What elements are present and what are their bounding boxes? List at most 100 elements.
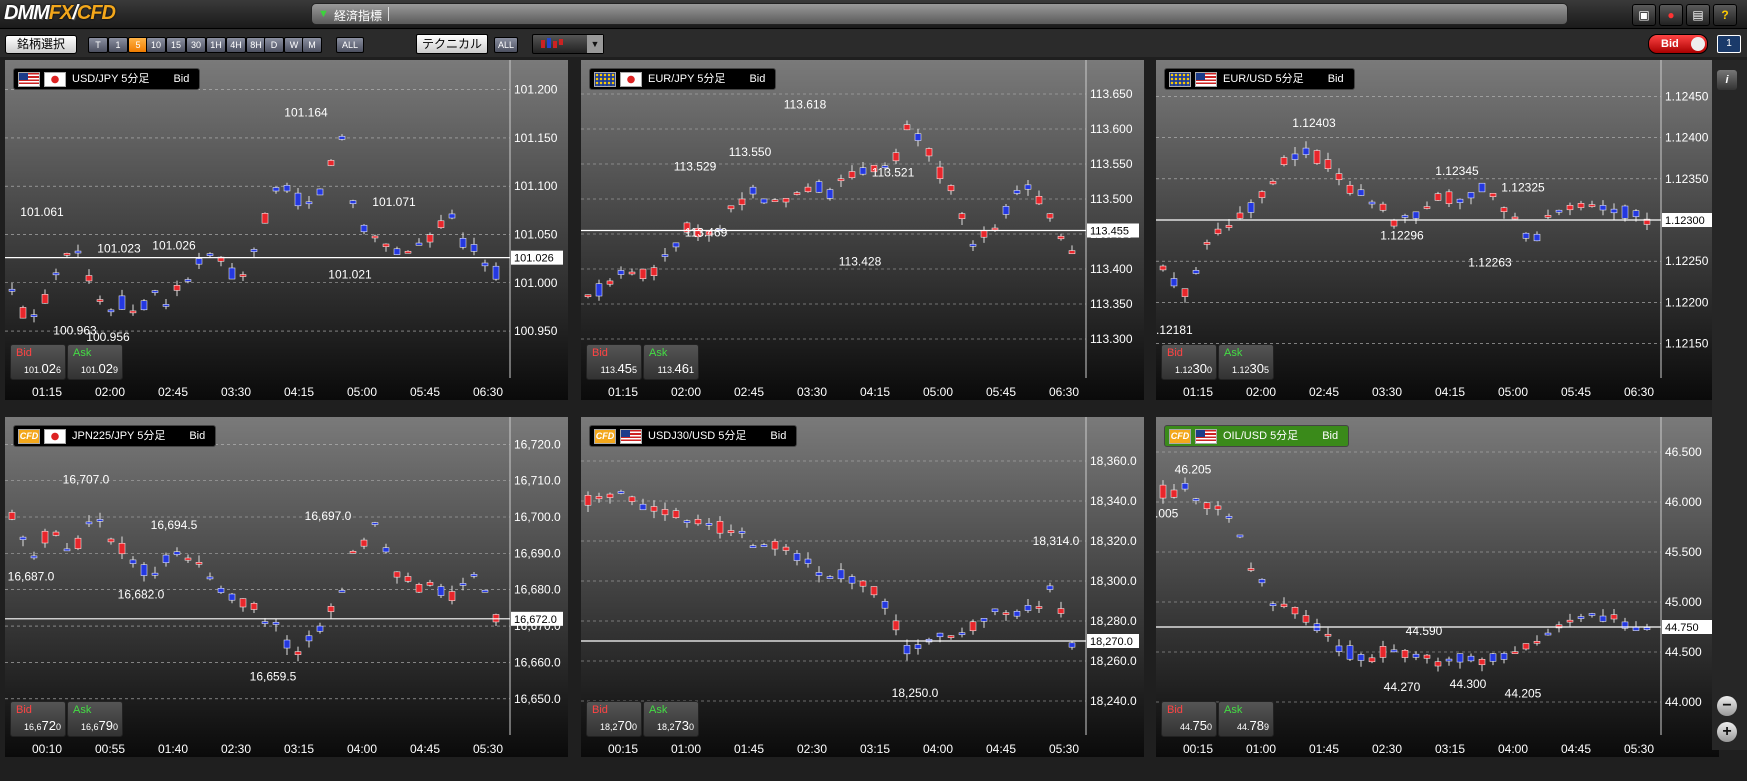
ask-price-box[interactable]: Ask 101.029: [67, 344, 123, 380]
candle: [903, 124, 911, 131]
candle: [294, 651, 302, 655]
bid-value: 101.026: [23, 361, 61, 376]
candle: [184, 279, 192, 282]
chart-panel[interactable]: 16,720.0 16,710.0 16,700.0 16,690.0 16,680.0…: [5, 417, 568, 757]
candle: [1511, 651, 1519, 654]
x-axis-tick: 04:45: [1561, 742, 1591, 756]
candle: [1181, 288, 1189, 297]
high-low-annotation: 1.12403: [1292, 116, 1336, 130]
candle: [173, 551, 181, 555]
x-axis-tick: 04:15: [284, 385, 314, 399]
color-palette-icon[interactable]: ●: [1659, 4, 1683, 26]
y-axis-tick: 16,690.0: [514, 546, 561, 560]
candle: [1390, 649, 1398, 653]
x-axis-tick: 02:45: [158, 385, 188, 399]
candle: [1346, 184, 1354, 194]
candle: [107, 538, 115, 543]
symbol-label[interactable]: CFD OIL/USD 5分足 Bid: [1164, 425, 1350, 447]
candle: [1247, 568, 1255, 571]
candle: [85, 275, 93, 282]
technical-all-button[interactable]: ALL: [494, 37, 518, 53]
chart-panel[interactable]: 113.650113.600113.550113.500113.450113.4…: [581, 60, 1144, 400]
candle: [1632, 210, 1640, 217]
y-axis-tick: 18,260.0: [1090, 654, 1137, 668]
symbol-label[interactable]: CFD USDJ30/USD 5分足 Bid: [589, 425, 798, 447]
help-icon[interactable]: ?: [1713, 4, 1737, 26]
high-low-annotation: 113.529: [674, 160, 717, 174]
zoom-in-icon[interactable]: +: [1717, 722, 1737, 742]
candle: [1368, 657, 1376, 663]
info-icon[interactable]: i: [1717, 70, 1737, 90]
timeframe-10-button[interactable]: 10: [146, 37, 166, 53]
ask-price-box[interactable]: Ask 44.789: [1218, 701, 1274, 737]
chart-panel[interactable]: 46.500 46.000 45.500 45.000 44.500 44.000 00:1…: [1156, 417, 1719, 757]
symbol-label[interactable]: EUR/JPY 5分足 Bid: [589, 68, 777, 90]
bid-price-box[interactable]: Bid 18,2700: [586, 701, 642, 737]
bid-price-box[interactable]: Bid 1.12300: [1161, 344, 1217, 380]
timeframe-t-button[interactable]: T: [88, 37, 108, 53]
timeframe-15-button[interactable]: 15: [166, 37, 186, 53]
chart-type-dropdown[interactable]: ▼: [532, 34, 604, 54]
timeframe-1-button[interactable]: 1: [108, 37, 128, 53]
candle: [140, 300, 148, 311]
candle: [294, 192, 302, 207]
y-axis-tick: 100.950: [514, 324, 558, 338]
symbol-label[interactable]: USD/JPY 5分足 Bid: [13, 68, 201, 90]
candle: [1002, 206, 1010, 215]
candle: [771, 199, 779, 202]
symbol-name: JPN225/JPY 5分足: [72, 430, 166, 442]
ask-price-box[interactable]: Ask 18,2730: [643, 701, 699, 737]
bid-price-box[interactable]: Bid 101.026: [10, 344, 66, 380]
bid-price-box[interactable]: Bid 16,6720: [10, 701, 66, 737]
timeframe-w-button[interactable]: W: [284, 37, 304, 53]
timeframe-4h-button[interactable]: 4H: [226, 37, 246, 53]
chart-panel[interactable]: 1.12450 1.12400 1.12350 1.12300 1.12250 1.122…: [1156, 60, 1719, 400]
timeframe-30-button[interactable]: 30: [186, 37, 206, 53]
symbol-name: USD/JPY 5分足: [72, 73, 150, 85]
candle: [74, 537, 82, 549]
printer-icon[interactable]: ▤: [1686, 4, 1710, 26]
symbol-label[interactable]: EUR/USD 5分足 Bid: [1164, 68, 1355, 90]
candle: [41, 294, 49, 304]
candle: [1324, 159, 1332, 169]
candle: [914, 644, 922, 649]
chart-panel[interactable]: 101.200 101.150 101.100 101.050 101.000 100.9…: [5, 60, 568, 400]
candle: [492, 265, 500, 280]
ask-value: 1.12305: [1231, 361, 1269, 376]
candle: [969, 621, 977, 632]
candle: [760, 544, 768, 547]
symbol-select-button[interactable]: 銘柄選択: [5, 35, 77, 54]
economic-indicators-bar[interactable]: ▼ 経済指標: [311, 3, 1568, 25]
candle: [1467, 655, 1475, 662]
bid-label: Bid: [16, 347, 32, 359]
ask-price-box[interactable]: Ask 1.12305: [1218, 344, 1274, 380]
bid-price-box[interactable]: Bid 113.455: [586, 344, 642, 380]
price-side-label: Bid: [189, 430, 206, 442]
camera-icon[interactable]: ▣: [1632, 4, 1656, 26]
ask-price-box[interactable]: Ask 16,6790: [67, 701, 123, 737]
ask-price-box[interactable]: Ask 113.461: [643, 344, 699, 380]
x-axis-tick: 02:00: [95, 385, 125, 399]
timeframe-1h-button[interactable]: 1H: [206, 37, 226, 53]
ask-label: Ask: [73, 704, 92, 716]
candle: [316, 625, 324, 632]
candle: [705, 523, 713, 526]
timeframe-8h-button[interactable]: 8H: [246, 37, 266, 53]
y-axis-tick: 18,280.0: [1090, 614, 1137, 628]
zoom-out-icon[interactable]: −: [1717, 696, 1737, 716]
timeframe-5-button[interactable]: 5: [128, 37, 148, 53]
layout-button[interactable]: 1: [1717, 35, 1741, 53]
candle: [1346, 645, 1354, 660]
candle: [1291, 153, 1299, 160]
bid-price-box[interactable]: Bid 44.750: [1161, 701, 1217, 737]
chart-panel[interactable]: 18,360.0 18,340.0 18,320.0 18,300.0 18,280.0…: [581, 417, 1144, 757]
y-axis-tick: 101.050: [514, 227, 558, 241]
timeframe-d-button[interactable]: D: [264, 37, 284, 53]
technical-button[interactable]: テクニカル: [416, 34, 488, 54]
jp-flag-icon: [44, 71, 66, 87]
symbol-label[interactable]: CFD JPN225/JPY 5分足 Bid: [13, 425, 217, 447]
bid-ask-toggle[interactable]: Bid: [1648, 34, 1708, 54]
timeframe-m-button[interactable]: M: [302, 37, 322, 53]
candle: [683, 520, 691, 523]
timeframe-all-button[interactable]: ALL: [336, 37, 364, 53]
